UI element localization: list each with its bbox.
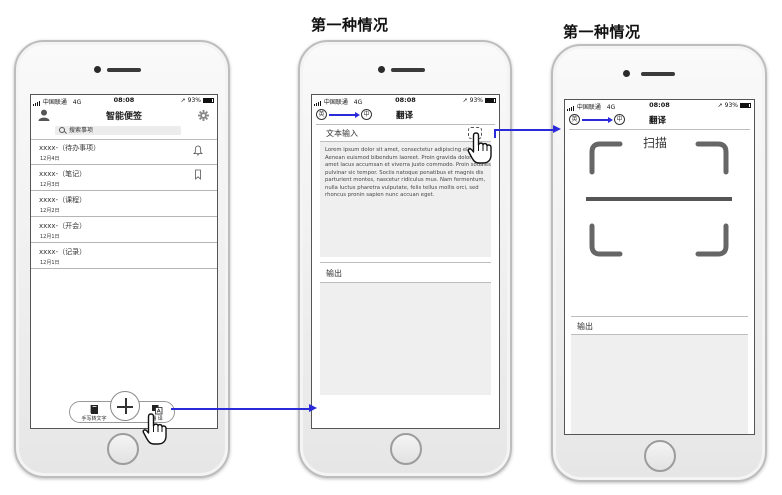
target-language-button[interactable]: 中 — [614, 114, 625, 125]
language-bar: 英 中 翻译 — [565, 112, 754, 128]
phone-frame-scan: 中国联通 4G 08:08 ➚ 93% 英 中 翻译 扫描 输出 — [551, 44, 767, 482]
battery-icon — [203, 98, 214, 103]
caption-scenario-1: 第一种情况 — [311, 16, 389, 34]
language-swap-arrow-icon — [582, 117, 613, 122]
note-date: 12月3日 — [40, 182, 60, 188]
note-title: xxxx-（待办事项） — [39, 144, 101, 152]
list-item[interactable]: xxxx-（记录） 12月1日 — [31, 244, 217, 269]
scan-label: 扫描 — [643, 136, 668, 150]
search-input[interactable]: 搜索事项 — [55, 126, 181, 135]
note-date: 12月2日 — [40, 208, 60, 214]
output-area — [320, 283, 491, 395]
source-language-button[interactable]: 英 — [569, 114, 580, 125]
flow-arrow-icon — [553, 125, 561, 133]
bookmark-icon[interactable] — [193, 169, 203, 180]
phone-frame-translate: 中国联通 4G 08:08 ➚ 93% 英 中 翻译 文本输入 Lorem ips… — [298, 40, 512, 478]
phone-frame-home: 中国联通 4G 08:08 ➚ 93% 智能便签 搜索事项 xxxx-（待办事项… — [14, 40, 230, 478]
hand-pointer-icon — [467, 132, 492, 164]
note-title: xxxx-（开会） — [39, 222, 87, 230]
battery-level: 93% — [187, 97, 201, 104]
search-placeholder: 搜索事项 — [69, 127, 94, 134]
status-bar: 中国联通 4G 08:08 ➚ 93% — [312, 95, 499, 106]
caption-scenario-2: 第一种情况 — [563, 23, 641, 41]
status-bar: 中国联通 4G 08:08 ➚ 93% — [565, 100, 754, 111]
list-item[interactable]: xxxx-（待办事项） 12月4日 — [31, 140, 217, 165]
home-button[interactable] — [390, 433, 422, 465]
list-item[interactable]: xxxx-（开会） 12月1日 — [31, 218, 217, 243]
output-area — [571, 335, 748, 434]
battery-level: 93% — [724, 102, 738, 109]
output-divider — [571, 316, 748, 317]
add-note-button[interactable] — [110, 391, 140, 421]
status-bar: 中国联通 4G 08:08 ➚ 93% — [31, 95, 217, 106]
app-header: 智能便签 — [31, 107, 217, 123]
earpiece-speaker — [107, 68, 141, 72]
target-language-button[interactable]: 中 — [361, 109, 372, 120]
output-label: 输出 — [326, 269, 342, 278]
app-title: 智能便签 — [105, 112, 142, 122]
text-input-label: 文本输入 — [326, 129, 358, 138]
location-icon: ➚ — [462, 97, 468, 104]
output-divider — [320, 262, 491, 263]
front-camera — [94, 66, 101, 73]
source-language-button[interactable]: 英 — [316, 109, 327, 120]
earpiece-speaker — [391, 68, 425, 72]
flow-connector-line — [494, 129, 553, 131]
handwriting-button[interactable]: 手写转文字 — [78, 404, 110, 422]
location-icon: ➚ — [717, 102, 723, 109]
note-title: xxxx-（记录） — [39, 248, 87, 256]
front-camera — [378, 66, 385, 73]
front-camera — [623, 70, 630, 77]
flow-arrow-icon — [309, 404, 317, 412]
battery-level: 93% — [469, 97, 483, 104]
battery-icon — [485, 98, 496, 103]
home-screen: 中国联通 4G 08:08 ➚ 93% 智能便签 搜索事项 xxxx-（待办事项… — [30, 94, 218, 429]
list-item[interactable]: xxxx-（课程） 12月2日 — [31, 192, 217, 217]
scan-screen: 中国联通 4G 08:08 ➚ 93% 英 中 翻译 扫描 输出 — [564, 99, 755, 435]
home-button[interactable] — [107, 433, 139, 465]
language-swap-arrow-icon — [329, 112, 360, 117]
note-title: xxxx-（课程） — [39, 196, 87, 204]
gear-icon[interactable] — [198, 110, 209, 121]
page-title: 翻译 — [396, 111, 414, 121]
language-bar: 英 中 翻译 — [312, 107, 499, 123]
bell-icon[interactable] — [193, 145, 203, 156]
header-divider — [569, 129, 750, 130]
note-date: 12月1日 — [40, 260, 60, 266]
output-label: 输出 — [577, 322, 593, 331]
scan-frame-icon — [586, 141, 732, 257]
notebook-icon — [89, 405, 98, 414]
note-date: 12月4日 — [40, 156, 60, 162]
search-icon — [59, 127, 65, 133]
page-title: 翻译 — [649, 116, 667, 126]
hand-pointer-icon — [142, 413, 167, 445]
note-title: xxxx-（笔记） — [39, 170, 87, 178]
note-date: 12月1日 — [40, 234, 60, 240]
handwriting-label: 手写转文字 — [81, 416, 107, 422]
list-item[interactable]: xxxx-（笔记） 12月3日 — [31, 166, 217, 191]
home-button[interactable] — [644, 440, 676, 472]
battery-icon — [740, 103, 751, 108]
header-divider — [316, 124, 495, 125]
earpiece-speaker — [641, 72, 675, 76]
location-icon: ➚ — [180, 97, 186, 104]
flow-connector-line — [171, 408, 309, 410]
